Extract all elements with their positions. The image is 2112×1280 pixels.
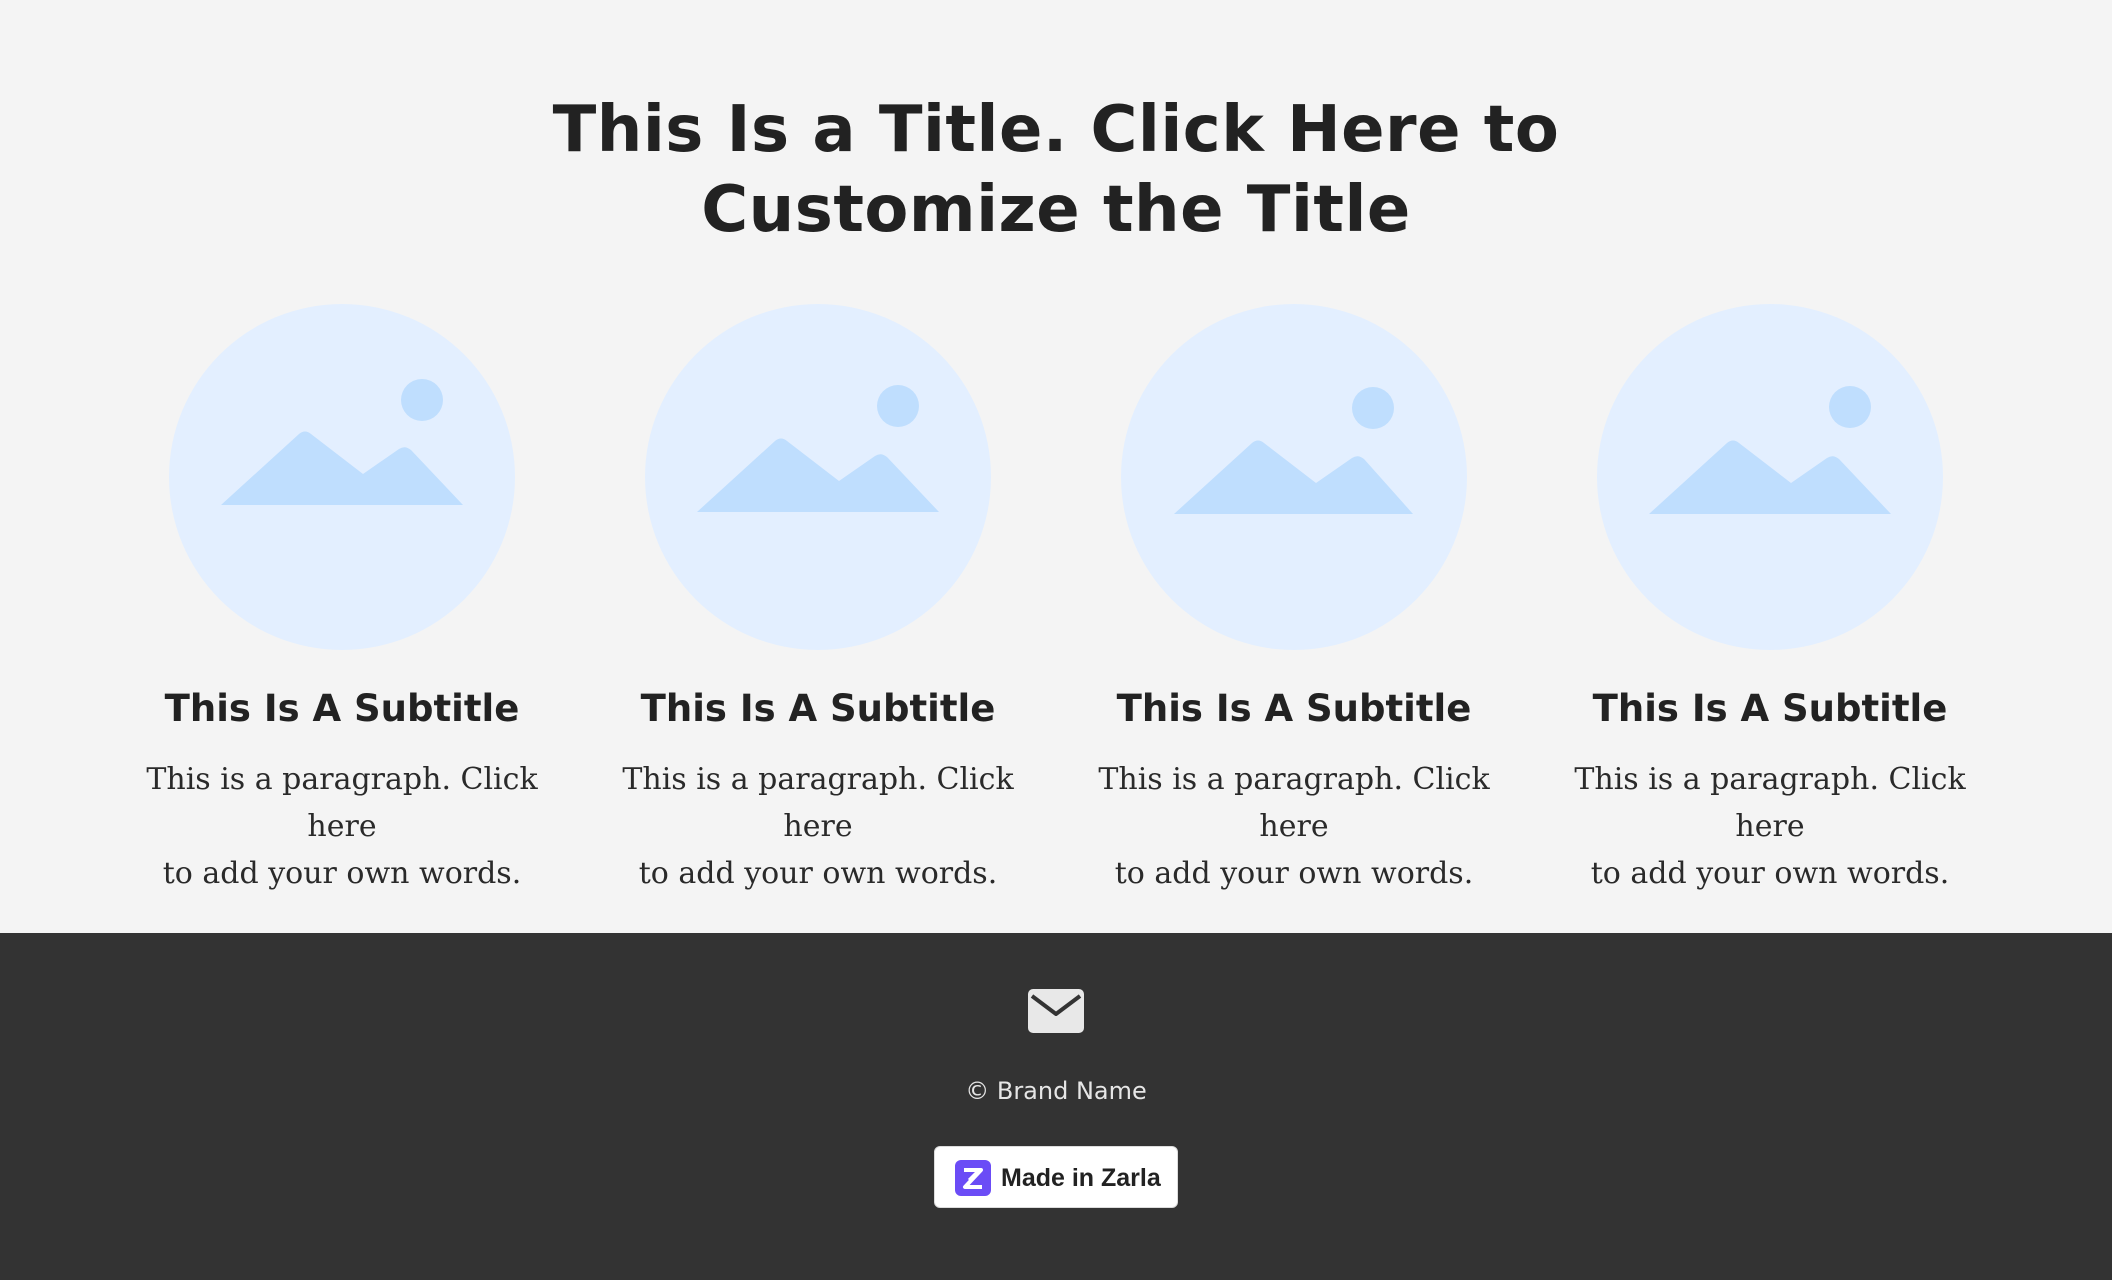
card-paragraph[interactable]: This is a paragraph. Click here to add y… (588, 756, 1048, 897)
envelope-icon[interactable] (1027, 988, 1085, 1034)
made-in-zarla-badge[interactable]: Made in Zarla (934, 1146, 1178, 1208)
card-paragraph-line-2: to add your own words. (638, 856, 998, 891)
card-paragraph-line-1: This is a paragraph. Click here (1574, 762, 1966, 844)
card-subtitle[interactable]: This Is A Subtitle (112, 682, 572, 736)
card-paragraph[interactable]: This is a paragraph. Click here to add y… (1540, 756, 2000, 897)
card-image-placeholder[interactable] (645, 304, 991, 650)
page-title[interactable]: This Is a Title. Click Here to Customize… (456, 90, 1656, 250)
card-paragraph-line-1: This is a paragraph. Click here (622, 762, 1014, 844)
site-footer: © Brand Name Made in Zarla (0, 933, 2112, 1280)
card-subtitle[interactable]: This Is A Subtitle (1540, 682, 2000, 736)
card-image-placeholder[interactable] (169, 304, 515, 650)
landscape-placeholder-icon (221, 379, 463, 505)
zarla-logo-icon (955, 1160, 991, 1196)
copyright-text: © Brand Name (965, 1077, 1147, 1105)
card-paragraph[interactable]: This is a paragraph. Click here to add y… (1064, 756, 1524, 897)
card-paragraph-line-2: to add your own words. (1114, 856, 1474, 891)
card-paragraph-line-2: to add your own words. (162, 856, 522, 891)
landscape-placeholder-icon (697, 385, 939, 512)
landscape-placeholder-icon (1649, 386, 1891, 514)
card-image-placeholder[interactable] (1121, 304, 1467, 650)
card-image-placeholder[interactable] (1597, 304, 1943, 650)
landscape-placeholder-icon (1174, 387, 1413, 514)
card-paragraph-line-1: This is a paragraph. Click here (146, 762, 538, 844)
card-paragraph-line-2: to add your own words. (1590, 856, 1950, 891)
page-title-line-1: This Is a Title. Click Here to (552, 93, 1560, 167)
card-subtitle[interactable]: This Is A Subtitle (1064, 682, 1524, 736)
page-title-line-2: Customize the Title (701, 173, 1411, 247)
badge-label: Made in Zarla (1001, 1164, 1161, 1192)
card-subtitle[interactable]: This Is A Subtitle (588, 682, 1048, 736)
features-section: This Is a Title. Click Here to Customize… (0, 0, 2112, 933)
card-paragraph-line-1: This is a paragraph. Click here (1098, 762, 1490, 844)
card-paragraph[interactable]: This is a paragraph. Click here to add y… (112, 756, 572, 897)
